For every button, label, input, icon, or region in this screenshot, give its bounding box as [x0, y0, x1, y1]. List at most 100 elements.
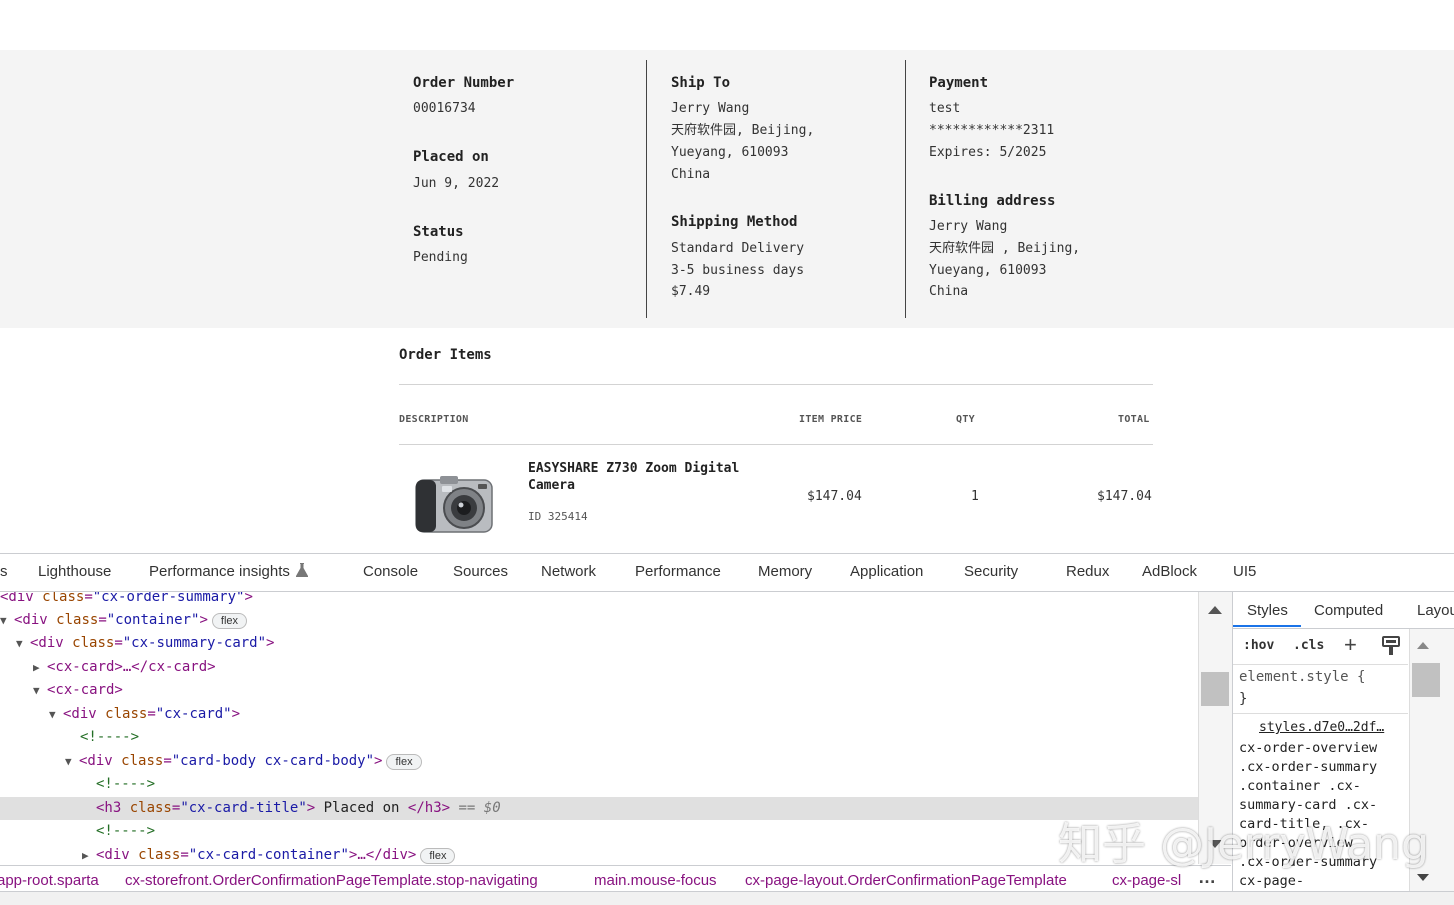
dom-comment[interactable]: <!---->: [96, 820, 155, 843]
dom-node[interactable]: ▼ <div class="cx-card">: [49, 703, 240, 726]
expand-triangle-icon[interactable]: ▼: [33, 679, 47, 702]
attr-value: "cx-summary-card": [122, 635, 267, 651]
collapsed-triangle-icon[interactable]: ▶: [33, 656, 47, 679]
product-name-link[interactable]: Camera: [528, 478, 575, 493]
tab-elements[interactable]: s: [0, 563, 8, 580]
dom-node-selected[interactable]: <h3 class="cx-card-title"> Placed on </h…: [96, 797, 501, 820]
tag-collapsed: <cx-card>…</cx-card>: [47, 659, 216, 675]
item-qty: 1: [971, 489, 979, 504]
tab-label: Performance insights: [149, 563, 290, 580]
flex-badge[interactable]: flex: [420, 848, 456, 864]
scroll-down-icon[interactable]: [1416, 873, 1430, 882]
dom-comment[interactable]: <!---->: [96, 773, 155, 796]
tab-computed[interactable]: Computed: [1314, 602, 1383, 619]
devtools-tab-bar: s Lighthouse Performance insights Consol…: [0, 554, 1454, 592]
dom-node[interactable]: ▶ <cx-card>…</cx-card>: [33, 656, 216, 679]
tag-close: >…</div>: [348, 847, 417, 863]
breadcrumb-item[interactable]: cx-storefront.OrderConfirmationPageTempl…: [125, 872, 538, 889]
item-total: $147.04: [1097, 489, 1152, 504]
product-camera-image[interactable]: [412, 470, 496, 538]
attr-name: class: [129, 800, 172, 816]
comment-node: <!---->: [80, 729, 140, 745]
text-content: Placed on: [315, 800, 408, 816]
tag-close: >: [306, 800, 316, 816]
dom-node[interactable]: ▶ <div class="cx-card-container">…</div> f…: [82, 844, 456, 864]
collapsed-triangle-icon[interactable]: ▶: [82, 844, 96, 864]
tab-network[interactable]: Network: [541, 563, 596, 580]
tag-open: <div: [79, 753, 122, 769]
scroll-thumb[interactable]: [1412, 663, 1440, 697]
col-qty: QTY: [956, 414, 975, 425]
breadcrumb-item[interactable]: cx-page-layout.OrderConfirmationPageTemp…: [745, 872, 1067, 889]
tab-application[interactable]: Application: [850, 563, 923, 580]
breadcrumb-item[interactable]: cx-page-sl: [1112, 872, 1181, 889]
element-style-rule[interactable]: element.style {: [1239, 669, 1365, 685]
console-ref: == $0: [450, 800, 501, 816]
expand-triangle-icon[interactable]: ▼: [16, 632, 30, 655]
new-rule-icon[interactable]: +: [1344, 632, 1357, 658]
expand-triangle-icon[interactable]: ▼: [0, 609, 14, 632]
expand-triangle-icon[interactable]: ▼: [49, 703, 63, 726]
billing-line: China: [929, 284, 969, 299]
dom-node[interactable]: ▼ <div class="container"> flex: [0, 609, 248, 632]
scroll-thumb[interactable]: [1201, 672, 1229, 706]
flex-badge[interactable]: flex: [211, 613, 248, 629]
dom-node[interactable]: <div class="cx-order-summary">: [0, 592, 253, 609]
dom-node[interactable]: ▼ <cx-card>: [33, 679, 123, 702]
tab-layout[interactable]: Layou: [1417, 602, 1454, 619]
tab-memory[interactable]: Memory: [758, 563, 812, 580]
column-divider: [646, 60, 647, 318]
tab-styles[interactable]: Styles: [1247, 602, 1288, 619]
tag-open: <div: [96, 847, 139, 863]
tag-open: <div: [63, 706, 106, 722]
attr-value: "cx-card-container": [188, 847, 349, 863]
ship-to-line: 天府软件园, Beijing,: [671, 123, 815, 138]
hov-toggle[interactable]: :hov: [1243, 638, 1274, 653]
breadcrumb-item[interactable]: main.mouse-focus: [594, 872, 717, 889]
flex-badge[interactable]: flex: [386, 754, 422, 770]
dom-node[interactable]: ▼ <div class="cx-summary-card">: [16, 632, 274, 655]
scroll-up-icon[interactable]: [1207, 605, 1223, 615]
placed-on-label: Placed on: [413, 149, 489, 165]
ship-to-line: China: [671, 167, 711, 182]
order-number-label: Order Number: [413, 75, 515, 91]
product-name-link[interactable]: EASYSHARE Z730 Zoom Digital: [528, 461, 739, 476]
order-summary: Order Number 00016734 Placed on Jun 9, 2…: [0, 50, 1454, 328]
attr-value: "cx-card": [155, 706, 232, 722]
tab-redux[interactable]: Redux: [1066, 563, 1109, 580]
tab-console[interactable]: Console: [363, 563, 418, 580]
status-label: Status: [413, 224, 464, 240]
scroll-up-icon[interactable]: [1416, 641, 1430, 650]
rule-close-brace: }: [1239, 691, 1248, 707]
dom-breadcrumb: app-root.sparta cx-storefront.OrderConfi…: [0, 865, 1231, 892]
selector-line: cx-order-overview: [1239, 740, 1378, 756]
expand-triangle-icon[interactable]: ▼: [65, 750, 79, 773]
tab-sources[interactable]: Sources: [453, 563, 508, 580]
dom-node[interactable]: ▼ <div class="card-body cx-card-body"> fle…: [65, 750, 422, 773]
tag-open: <div: [0, 592, 43, 605]
tab-lighthouse[interactable]: Lighthouse: [38, 563, 111, 580]
attr-name: class: [72, 635, 115, 651]
tab-performance-insights[interactable]: Performance insights: [149, 563, 308, 580]
col-description: DESCRIPTION: [399, 414, 469, 425]
tab-adblock[interactable]: AdBlock: [1142, 563, 1197, 580]
cls-toggle[interactable]: .cls: [1293, 638, 1324, 653]
billing-address-label: Billing address: [929, 193, 1056, 209]
storefront-page: Order Number 00016734 Placed on Jun 9, 2…: [0, 0, 1454, 553]
attr-name: class: [42, 592, 85, 605]
tag-close: >: [266, 635, 275, 651]
dom-comment[interactable]: <!---->: [80, 726, 139, 749]
tab-security[interactable]: Security: [964, 563, 1018, 580]
tab-ui5[interactable]: UI5: [1233, 563, 1256, 580]
breadcrumb-item[interactable]: app-root.sparta: [0, 872, 99, 889]
watermark: 知乎 @JerryWang: [1058, 819, 1429, 870]
stylesheet-link[interactable]: styles.d7e0…2df…: [1259, 720, 1384, 735]
divider-line: [399, 444, 1153, 445]
rule-divider: [1233, 713, 1408, 714]
shipping-method-label: Shipping Method: [671, 214, 798, 230]
shipping-method-line: $7.49: [671, 284, 711, 299]
tab-performance[interactable]: Performance: [635, 563, 721, 580]
payment-line: test: [929, 101, 961, 116]
paint-icon[interactable]: [1382, 636, 1400, 656]
attr-value: "container": [106, 612, 200, 628]
